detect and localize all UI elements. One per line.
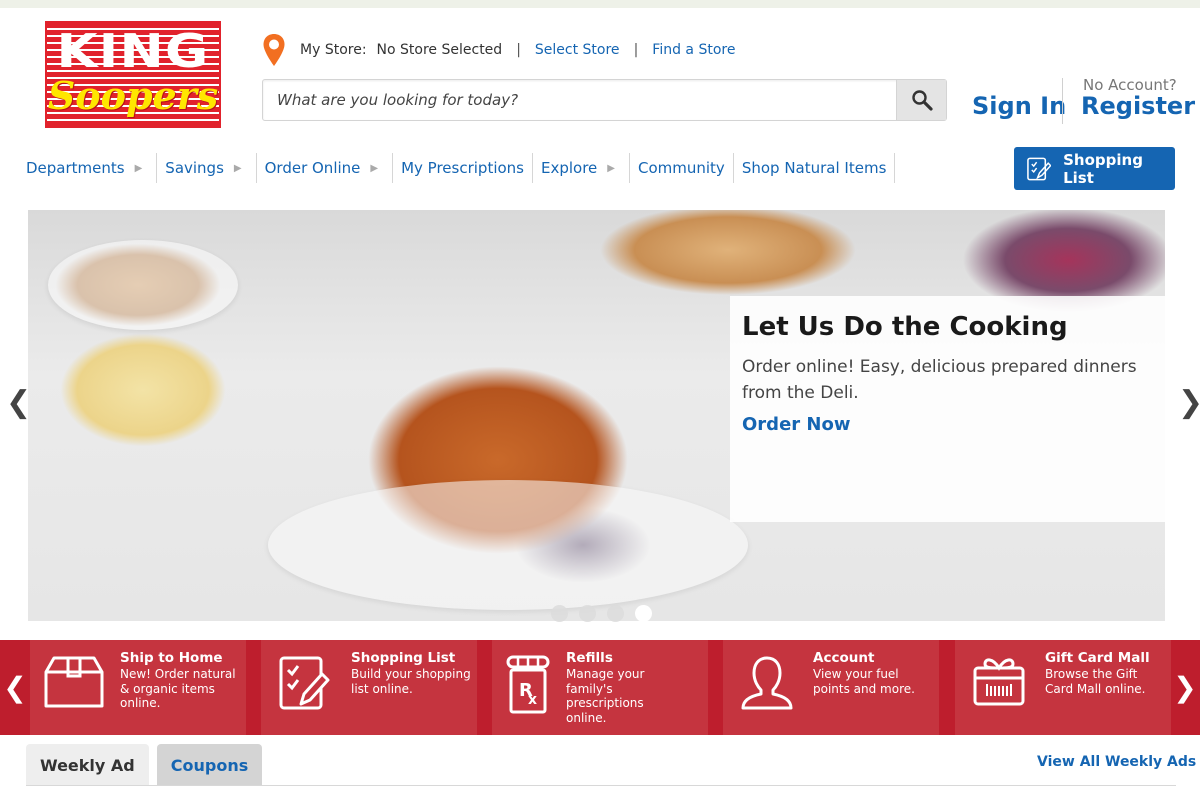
- nav-shop-natural-items[interactable]: Shop Natural Items: [734, 153, 896, 183]
- carousel-dots: [551, 605, 652, 622]
- carousel-prev-arrow[interactable]: ❮: [6, 388, 31, 418]
- nav-label: Explore: [541, 159, 598, 177]
- king-soopers-logo[interactable]: KING Soopers: [45, 21, 221, 128]
- search-button[interactable]: [896, 80, 946, 120]
- separator: |: [516, 42, 521, 58]
- carousel-dot-3[interactable]: [607, 605, 624, 622]
- hero-image-platter: [268, 480, 748, 610]
- logo-king-text: KING: [56, 24, 210, 78]
- quick-link-title: Account: [813, 650, 875, 666]
- triangle-right-icon: ▶: [607, 162, 615, 174]
- hero-title: Let Us Do the Cooking: [742, 312, 1068, 342]
- shopping-list-icon: [1027, 157, 1052, 180]
- quick-link-refills[interactable]: R x Refills Manage your family's prescri…: [492, 640, 708, 735]
- nav-community[interactable]: Community: [630, 153, 734, 183]
- view-all-weekly-ads-link[interactable]: View All Weekly Ads: [1037, 754, 1196, 770]
- search-icon: [911, 90, 933, 111]
- order-now-link[interactable]: Order Now: [742, 414, 850, 435]
- main-nav: Departments ▶ Savings ▶ Order Online ▶ M…: [18, 153, 896, 183]
- shopping-list-label: Shopping List: [1063, 150, 1143, 187]
- quick-links-bar: ❮ Ship to Home New! Order natural & orga…: [0, 640, 1200, 735]
- nav-label: Departments: [26, 159, 125, 177]
- checklist-pencil-icon: [279, 656, 330, 710]
- my-store-label: My Store:: [300, 42, 367, 58]
- quick-link-description: Manage your family's prescriptions onlin…: [566, 667, 645, 725]
- weekly-ad-tabs: Weekly Ad Coupons: [26, 744, 263, 786]
- carousel-dot-1[interactable]: [551, 605, 568, 622]
- carousel-dot-2[interactable]: [579, 605, 596, 622]
- my-store-value: No Store Selected: [376, 42, 503, 58]
- tab-coupons[interactable]: Coupons: [156, 744, 263, 786]
- nav-label: Community: [638, 159, 725, 177]
- quick-link-shopping-list[interactable]: Shopping List Build your shopping list o…: [261, 640, 477, 735]
- quick-link-title: Ship to Home: [120, 650, 223, 666]
- find-a-store-link[interactable]: Find a Store: [652, 42, 735, 58]
- hero-image-stuffing-dish: [48, 240, 238, 330]
- carousel-next-arrow[interactable]: ❯: [1178, 388, 1200, 418]
- box-icon: [44, 656, 104, 708]
- quick-link-title: Shopping List: [351, 650, 456, 666]
- nav-savings[interactable]: Savings ▶: [157, 153, 257, 183]
- sign-in-link[interactable]: Sign In: [972, 92, 1066, 120]
- nav-my-prescriptions[interactable]: My Prescriptions: [393, 153, 533, 183]
- quick-links-next-arrow[interactable]: ❯: [1170, 640, 1200, 735]
- quick-link-title: Refills: [566, 650, 613, 666]
- hero-carousel: Let Us Do the Cooking Order online! Easy…: [28, 210, 1165, 621]
- register-link[interactable]: Register: [1081, 92, 1195, 120]
- user-icon: [741, 656, 793, 710]
- quick-links-prev-arrow[interactable]: ❮: [0, 640, 30, 735]
- search-bar: [262, 79, 947, 121]
- quick-link-gift-card-mall[interactable]: Gift Card Mall Browse the Gift Card Mall…: [955, 640, 1171, 735]
- svg-text:x: x: [528, 692, 537, 708]
- quick-link-title: Gift Card Mall: [1045, 650, 1150, 666]
- hero-description: Order online! Easy, delicious prepared d…: [742, 357, 1137, 403]
- triangle-right-icon: ▶: [134, 162, 143, 174]
- nav-departments[interactable]: Departments ▶: [18, 153, 158, 183]
- carousel-dot-4[interactable]: [635, 605, 652, 622]
- nav-explore[interactable]: Explore ▶: [533, 153, 630, 183]
- quick-link-account[interactable]: Account View your fuel points and more.: [723, 640, 939, 735]
- hero-promo-card: Let Us Do the Cooking Order online! Easy…: [730, 296, 1165, 522]
- quick-link-description: New! Order natural & organic items onlin…: [120, 667, 236, 710]
- separator: |: [633, 42, 639, 58]
- shopping-list-button[interactable]: Shopping List: [1014, 147, 1175, 190]
- quick-link-description: Build your shopping list online.: [351, 667, 471, 696]
- my-store-row: My Store: No Store Selected | Select Sto…: [262, 32, 735, 68]
- rx-bottle-icon: R x: [506, 655, 550, 714]
- quick-link-description: View your fuel points and more.: [813, 667, 915, 696]
- logo-soopers-text: Soopers: [47, 73, 219, 118]
- gift-card-icon: [973, 658, 1025, 706]
- nav-label: Savings: [165, 159, 224, 177]
- select-store-link[interactable]: Select Store: [535, 42, 620, 58]
- nav-label: Shop Natural Items: [741, 159, 887, 177]
- nav-order-online[interactable]: Order Online ▶: [257, 153, 394, 183]
- search-input[interactable]: [263, 80, 896, 120]
- quick-link-description: Browse the Gift Card Mall online.: [1045, 667, 1146, 696]
- tab-weekly-ad[interactable]: Weekly Ad: [26, 744, 149, 786]
- page: KING Soopers My Store: No Store Selected…: [0, 8, 1200, 786]
- nav-label: Order Online: [264, 159, 361, 177]
- quick-link-ship-to-home[interactable]: Ship to Home New! Order natural & organi…: [30, 640, 246, 735]
- account-divider: [1062, 78, 1063, 124]
- triangle-right-icon: ▶: [370, 162, 379, 174]
- map-pin-icon: [263, 34, 285, 66]
- triangle-right-icon: ▶: [233, 162, 242, 174]
- nav-label: My Prescriptions: [401, 159, 524, 177]
